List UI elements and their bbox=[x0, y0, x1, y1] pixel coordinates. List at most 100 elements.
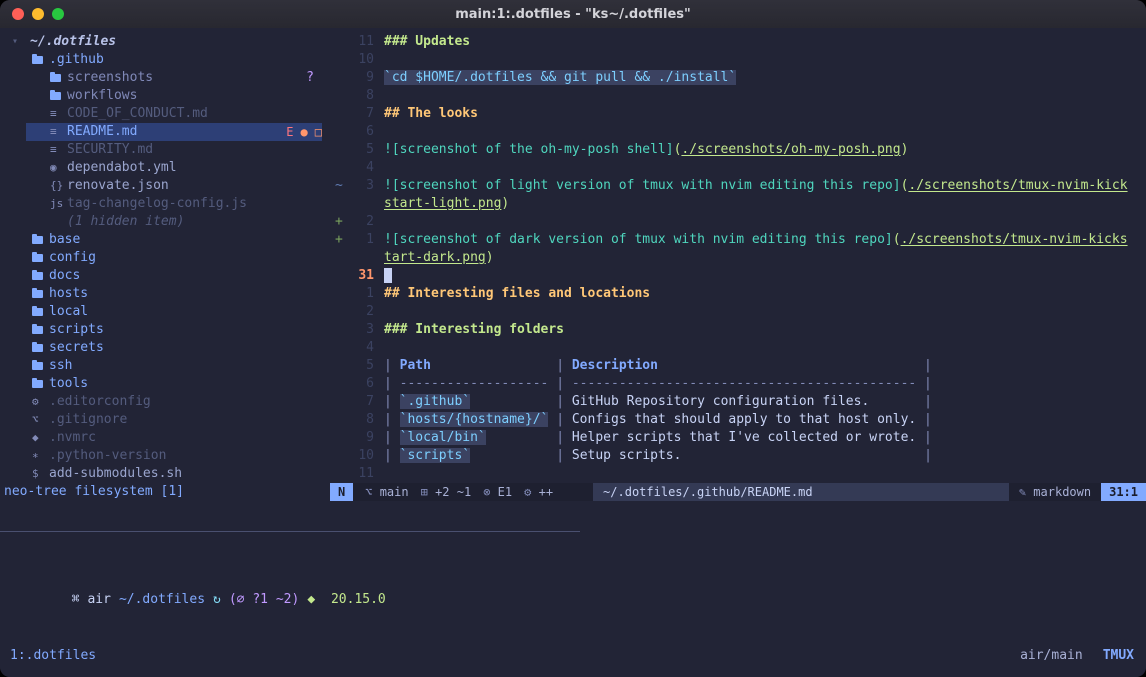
gutter-sign bbox=[330, 141, 348, 159]
editor-line[interactable]: 11### Updates bbox=[330, 33, 1146, 51]
editor-line[interactable]: 3### Interesting folders bbox=[330, 321, 1146, 339]
tree-item-.python-version[interactable]: ∗.python-version bbox=[0, 447, 330, 465]
seg-pipe: | bbox=[548, 430, 571, 445]
editor-line[interactable]: 6 bbox=[330, 123, 1146, 141]
tree-item-.editorconfig[interactable]: ⚙.editorconfig bbox=[0, 393, 330, 411]
editor-line[interactable]: 1## Interesting files and locations bbox=[330, 285, 1146, 303]
diff-icon: ⊞ bbox=[421, 485, 428, 499]
editor-line[interactable]: 11 bbox=[330, 465, 1146, 483]
editor-line[interactable]: 31 bbox=[330, 267, 1146, 285]
tree-item-1-hidden-item[interactable]: (1 hidden item) bbox=[0, 213, 330, 231]
tree-item-dependabot.yml[interactable]: ◉dependabot.yml bbox=[0, 159, 330, 177]
line-number: 3 bbox=[348, 177, 374, 195]
tree-item-.gitignore[interactable]: ⌥.gitignore bbox=[0, 411, 330, 429]
editor-line[interactable]: 8| `hosts/{hostname}/` | Configs that sh… bbox=[330, 411, 1146, 429]
prompt-git-status: (⌀ ?1 ~2) bbox=[229, 592, 299, 607]
tree-item-renovate.json[interactable]: {}renovate.json bbox=[0, 177, 330, 195]
editor-line[interactable]: 4 bbox=[330, 339, 1146, 357]
tree-item-security.md[interactable]: ≡SECURITY.md bbox=[0, 141, 330, 159]
tree-item-tools[interactable]: tools bbox=[0, 375, 330, 393]
tmux-session-name: air/main bbox=[1020, 648, 1083, 663]
seg-h2: ## The looks bbox=[384, 106, 478, 121]
pane-divider[interactable] bbox=[0, 531, 580, 532]
tree-item-tag-changelog-config.js[interactable]: jstag-changelog-config.js bbox=[0, 195, 330, 213]
seg-pipe: | bbox=[916, 376, 932, 391]
prompt-cwd: ~/.dotfiles bbox=[119, 592, 205, 607]
tree-item-.github[interactable]: .github bbox=[0, 51, 330, 69]
editor-line[interactable]: 4 bbox=[330, 159, 1146, 177]
folder-icon bbox=[32, 380, 49, 388]
editor-line[interactable]: 7## The looks bbox=[330, 105, 1146, 123]
tree-item-label: dependabot.yml bbox=[67, 159, 177, 177]
tree-item-base[interactable]: base bbox=[0, 231, 330, 249]
titlebar[interactable]: main:1:.dotfiles - "ks~/.dotfiles" bbox=[0, 0, 1146, 29]
gutter-sign bbox=[330, 87, 348, 105]
tree-root[interactable]: ▾ ~/.dotfiles bbox=[0, 33, 330, 51]
seg-plain bbox=[486, 430, 549, 445]
nvim-statusline: N ⌥ main ⊞ +2 ~1 ⊗ E1 ⚙ ++ ~/.dotfiles/.… bbox=[330, 483, 1146, 501]
minimize-button[interactable] bbox=[32, 8, 44, 20]
tree-item-label: workflows bbox=[67, 87, 137, 105]
tree-item-screenshots[interactable]: screenshots? bbox=[0, 69, 330, 87]
apple-icon: ⌘ bbox=[72, 592, 80, 607]
tree-item-scripts[interactable]: scripts bbox=[0, 321, 330, 339]
expand-arrow-icon: ▾ bbox=[12, 33, 30, 51]
folder-icon bbox=[32, 344, 49, 352]
editor-line[interactable]: tart-dark.png) bbox=[330, 249, 1146, 267]
tree-item-readme.md[interactable]: ≡README.mdE●□ bbox=[0, 123, 330, 141]
seg-dash: ----------------------------------------… bbox=[572, 376, 916, 391]
gutter-sign bbox=[330, 267, 348, 285]
gear-icon: ⚙ bbox=[32, 393, 49, 411]
close-button[interactable] bbox=[12, 8, 24, 20]
tree-item-hosts[interactable]: hosts bbox=[0, 285, 330, 303]
markdown-icon: ≡ bbox=[50, 105, 67, 123]
line-number: 2 bbox=[348, 303, 374, 321]
gutter-sign bbox=[330, 159, 348, 177]
status-flag: ● bbox=[301, 123, 308, 141]
editor-line[interactable]: 10 bbox=[330, 51, 1146, 69]
seg-pipe: | bbox=[548, 412, 571, 427]
editor-buffer[interactable]: 11### Updates 10 9`cd $HOME/.dotfiles &&… bbox=[330, 33, 1146, 483]
line-number: 10 bbox=[348, 447, 374, 465]
tree-item-code-of-conduct.md[interactable]: ≡CODE_OF_CONDUCT.md bbox=[0, 105, 330, 123]
tree-item-.nvmrc[interactable]: ◆.nvmrc bbox=[0, 429, 330, 447]
line-text: ![screenshot of light version of tmux wi… bbox=[384, 177, 1128, 195]
folder-icon bbox=[50, 92, 67, 100]
editor-line[interactable]: start-light.png) bbox=[330, 195, 1146, 213]
seg-code: `local/bin` bbox=[400, 430, 486, 445]
editor-line[interactable]: +2 bbox=[330, 213, 1146, 231]
editor-line[interactable]: 6| ------------------- | ---------------… bbox=[330, 375, 1146, 393]
tree-item-add-submodules.sh[interactable]: $add-submodules.sh bbox=[0, 465, 330, 483]
tmux-window-tab[interactable]: 1:.dotfiles bbox=[10, 647, 96, 665]
tree-item-label: (1 hidden item) bbox=[67, 213, 184, 231]
prompt-input-line[interactable]: → bbox=[9, 663, 402, 677]
editor-line[interactable]: 7| `.github` | GitHub Repository configu… bbox=[330, 393, 1146, 411]
tree-item-docs[interactable]: docs bbox=[0, 267, 330, 285]
editor-line[interactable]: 9| `local/bin` | Helper scripts that I'v… bbox=[330, 429, 1146, 447]
tree-item-ssh[interactable]: ssh bbox=[0, 357, 330, 375]
tmux-badge: TMUX bbox=[1103, 648, 1134, 663]
gutter-sign: ~ bbox=[330, 177, 348, 195]
tmux-right-status: air/main TMUX bbox=[1020, 647, 1134, 665]
tree-item-config[interactable]: config bbox=[0, 249, 330, 267]
node-version-number: 20.15.0 bbox=[331, 592, 386, 607]
tree-item-local[interactable]: local bbox=[0, 303, 330, 321]
seg-pipe: | bbox=[548, 394, 571, 409]
editor-line[interactable]: 5![screenshot of the oh-my-posh shell](.… bbox=[330, 141, 1146, 159]
editor-line[interactable]: 5| Path | Description | bbox=[330, 357, 1146, 375]
editor-line[interactable]: 9`cd $HOME/.dotfiles && git pull && ./in… bbox=[330, 69, 1146, 87]
gear-icon: ⚙ bbox=[524, 485, 531, 499]
tree-item-workflows[interactable]: workflows bbox=[0, 87, 330, 105]
line-number: 5 bbox=[348, 141, 374, 159]
editor-line[interactable]: 10| `scripts` | Setup scripts. | bbox=[330, 447, 1146, 465]
zoom-button[interactable] bbox=[52, 8, 64, 20]
tree-item-label: CODE_OF_CONDUCT.md bbox=[67, 105, 208, 123]
editor-line[interactable]: 2 bbox=[330, 303, 1146, 321]
seg-code: `scripts` bbox=[400, 448, 470, 463]
seg-pipe: | bbox=[384, 448, 400, 463]
tree-item-secrets[interactable]: secrets bbox=[0, 339, 330, 357]
editor-line[interactable]: +1![screenshot of dark version of tmux w… bbox=[330, 231, 1146, 249]
editor-line[interactable]: 8 bbox=[330, 87, 1146, 105]
mode-indicator: N bbox=[330, 483, 353, 501]
editor-line[interactable]: ~3 ![screenshot of light version of tmux … bbox=[330, 177, 1146, 195]
